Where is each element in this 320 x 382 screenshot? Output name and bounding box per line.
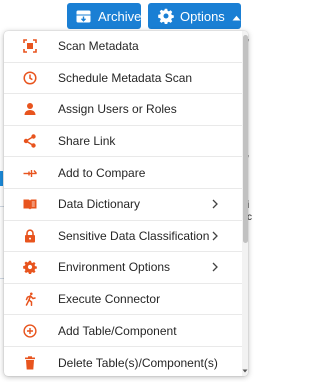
menu-item-data-dictionary[interactable]: Data Dictionary xyxy=(4,189,242,221)
menu-item-label: Assign Users or Roles xyxy=(58,102,177,117)
clock-icon xyxy=(23,71,37,85)
menu-item-delete-tables-components[interactable]: Delete Table(s)/Component(s) xyxy=(4,347,242,376)
archives-button[interactable]: Archives xyxy=(67,3,148,29)
chevron-right-icon xyxy=(212,231,218,241)
menu-scrollbar-thumb[interactable] xyxy=(243,35,248,243)
compare-icon xyxy=(23,166,37,180)
menu-item-execute-connector[interactable]: Execute Connector xyxy=(4,284,242,316)
options-dropdown-menu: Scan Metadata Schedule Metadata Scan Ass… xyxy=(4,31,248,376)
menu-item-label: Add to Compare xyxy=(58,165,146,180)
trash-icon xyxy=(23,356,37,370)
background-selection-marker xyxy=(0,171,3,186)
menu-item-label: Scan Metadata xyxy=(58,39,139,54)
gear-icon xyxy=(23,260,37,275)
chevron-right-icon xyxy=(212,199,218,209)
share-icon xyxy=(23,134,37,148)
menu-scrollbar[interactable] xyxy=(242,31,248,376)
menu-item-label: Environment Options xyxy=(58,260,171,275)
menu-item-scan-metadata[interactable]: Scan Metadata xyxy=(4,31,242,63)
scan-icon xyxy=(23,39,37,54)
menu-item-label: Execute Connector xyxy=(58,292,161,307)
menu-item-label: Delete Table(s)/Component(s) xyxy=(58,355,218,370)
options-button[interactable]: Options xyxy=(148,3,241,29)
menu-item-add-table-component[interactable]: Add Table/Component xyxy=(4,315,242,347)
user-icon xyxy=(23,102,37,116)
menu-item-label: Add Table/Component xyxy=(58,323,177,338)
menu-item-label: Schedule Metadata Scan xyxy=(58,70,193,85)
menu-item-share-link[interactable]: Share Link xyxy=(4,126,242,158)
book-icon xyxy=(23,197,37,211)
add-circle-icon xyxy=(23,324,37,338)
lock-icon xyxy=(23,229,37,243)
chevron-right-icon xyxy=(212,262,218,272)
options-button-label: Options xyxy=(180,8,225,24)
archive-icon xyxy=(76,10,91,23)
archives-button-label: Archives xyxy=(98,8,148,24)
menu-item-schedule-metadata-scan[interactable]: Schedule Metadata Scan xyxy=(4,63,242,95)
menu-item-label: Sensitive Data Classification xyxy=(58,228,210,243)
menu-item-label: Share Link xyxy=(58,134,116,149)
menu-item-sensitive-data-classification[interactable]: Sensitive Data Classification xyxy=(4,221,242,253)
menu-item-assign-users-or-roles[interactable]: Assign Users or Roles xyxy=(4,94,242,126)
run-icon xyxy=(23,292,37,306)
menu-item-label: Data Dictionary xyxy=(58,197,141,212)
scroll-down-arrow-icon[interactable] xyxy=(242,368,248,374)
gear-icon xyxy=(158,8,174,24)
menu-item-environment-options[interactable]: Environment Options xyxy=(4,252,242,284)
options-menu-list: Scan Metadata Schedule Metadata Scan Ass… xyxy=(4,31,242,376)
caret-up-icon xyxy=(232,9,241,24)
menu-item-add-to-compare[interactable]: Add to Compare xyxy=(4,157,242,189)
